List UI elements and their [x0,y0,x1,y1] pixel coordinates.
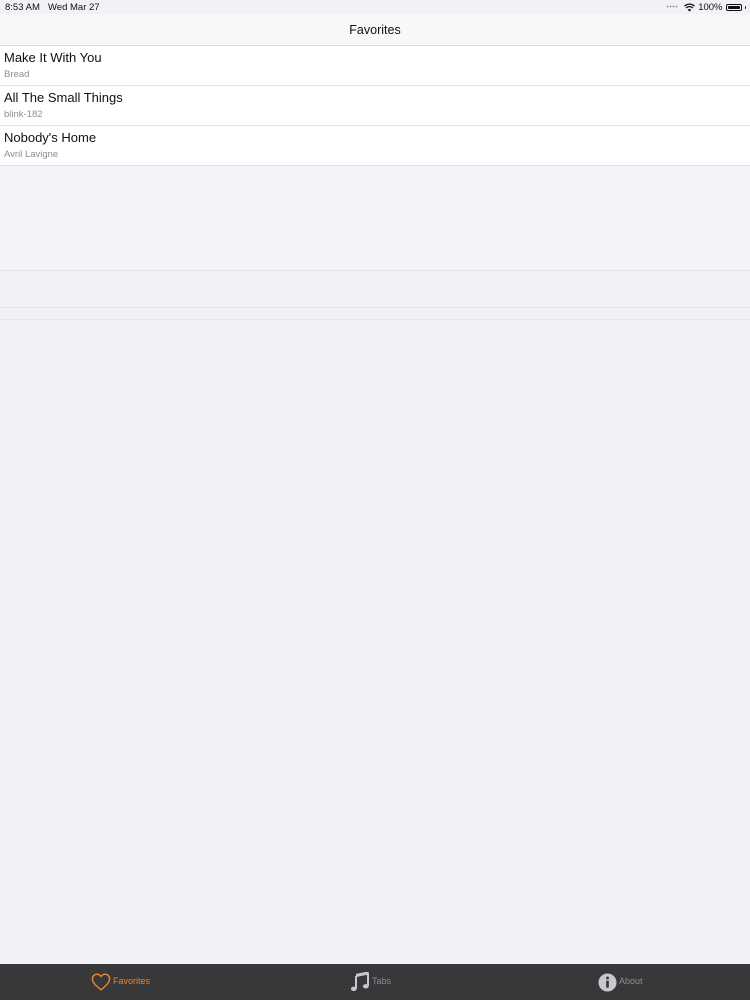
song-title: All The Small Things [4,90,123,105]
divider [0,270,750,271]
tab-about[interactable]: About [598,964,643,1000]
tab-bar: Favorites Tabs About [0,964,750,1000]
tab-label: About [619,976,643,986]
battery-percentage: 100% [698,1,723,13]
status-bar: 8:53 AM Wed Mar 27 •••• 100% [0,0,750,14]
page-title: Favorites [349,23,401,37]
song-title: Nobody's Home [4,130,97,145]
status-date: Wed Mar 27 [48,2,100,13]
tab-label: Favorites [113,976,151,986]
song-title: Make It With You [4,50,102,65]
battery-tip [744,5,746,9]
info-icon [598,972,617,992]
tab-favorites[interactable]: Favorites [91,964,150,1000]
status-indicators: •••• 100% [666,1,746,13]
signal-dots-icon: •••• [666,3,679,11]
list-item[interactable]: All The Small Things blink-182 [0,86,750,126]
empty-list-area [0,166,750,270]
heart-icon [91,973,111,991]
song-artist: Bread [4,69,30,80]
battery-icon [725,3,742,11]
list-item[interactable]: Make It With You Bread [0,46,750,86]
list-item[interactable]: Nobody's Home Avril Lavigne [0,126,750,166]
music-note-icon [350,972,370,992]
song-artist: blink-182 [4,109,43,120]
divider [0,319,750,320]
divider [0,307,750,308]
tab-tabs[interactable]: Tabs [350,964,391,1000]
navigation-bar: Favorites [0,14,750,46]
favorites-list: Make It With You Bread All The Small Thi… [0,46,750,166]
battery-fill [727,5,740,9]
wifi-icon [684,2,696,12]
song-artist: Avril Lavigne [4,149,59,160]
status-time: 8:53 AM [5,2,40,13]
tab-label: Tabs [372,976,392,986]
